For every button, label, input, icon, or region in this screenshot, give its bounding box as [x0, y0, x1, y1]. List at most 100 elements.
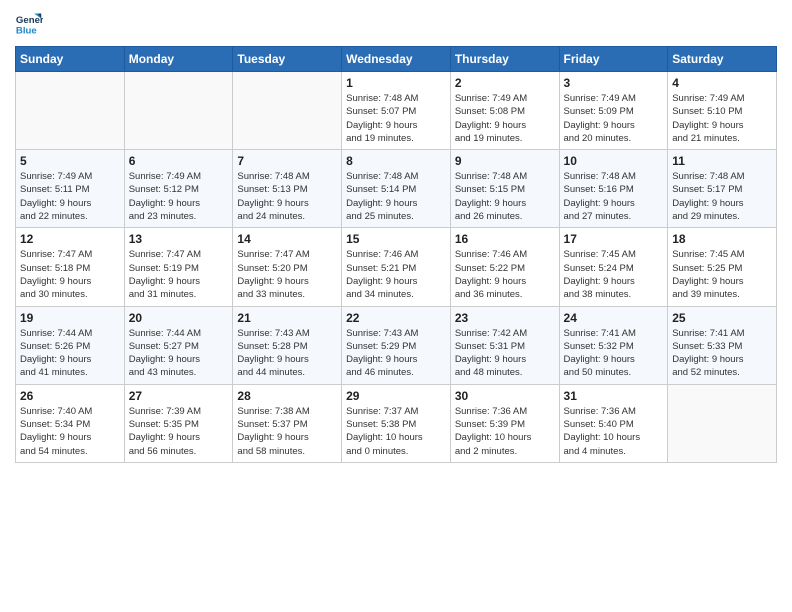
day-info: Sunrise: 7:45 AM Sunset: 5:25 PM Dayligh…: [672, 248, 772, 301]
day-info: Sunrise: 7:38 AM Sunset: 5:37 PM Dayligh…: [237, 405, 337, 458]
day-number: 10: [564, 154, 664, 168]
calendar-week-2: 5 Sunrise: 7:49 AM Sunset: 5:11 PM Daylig…: [16, 150, 777, 228]
calendar-cell: 7 Sunrise: 7:48 AM Sunset: 5:13 PM Daylig…: [233, 150, 342, 228]
page: General Blue SundayMondayTuesdayWednesda…: [0, 0, 792, 478]
day-number: 2: [455, 76, 555, 90]
weekday-header-thursday: Thursday: [450, 47, 559, 72]
calendar-week-4: 19Sunrise: 7:44 AM Sunset: 5:26 PM Dayli…: [16, 306, 777, 384]
day-number: 3: [564, 76, 664, 90]
calendar-cell: 22 Sunrise: 7:43 AM Sunset: 5:29 PM Dayli…: [342, 306, 451, 384]
weekday-header-saturday: Saturday: [668, 47, 777, 72]
header: General Blue: [15, 10, 777, 38]
calendar-cell: [233, 72, 342, 150]
day-number: 20: [129, 311, 229, 325]
calendar-cell: 18 Sunrise: 7:45 AM Sunset: 5:25 PM Dayli…: [668, 228, 777, 306]
day-info: Sunrise: 7:48 AM Sunset: 5:15 PM Dayligh…: [455, 170, 555, 223]
day-info: Sunrise: 7:44 AM Sunset: 5:26 PM Dayligh…: [20, 327, 120, 380]
day-number: 6: [129, 154, 229, 168]
day-info: Sunrise: 7:41 AM Sunset: 5:33 PM Dayligh…: [672, 327, 772, 380]
day-number: 8: [346, 154, 446, 168]
day-number: 23: [455, 311, 555, 325]
day-number: 27: [129, 389, 229, 403]
weekday-header-monday: Monday: [124, 47, 233, 72]
day-info: Sunrise: 7:49 AM Sunset: 5:09 PM Dayligh…: [564, 92, 664, 145]
logo-icon: General Blue: [15, 10, 43, 38]
day-number: 28: [237, 389, 337, 403]
calendar-cell: 27Sunrise: 7:39 AM Sunset: 5:35 PM Dayli…: [124, 384, 233, 462]
calendar-cell: 19Sunrise: 7:44 AM Sunset: 5:26 PM Dayli…: [16, 306, 125, 384]
day-info: Sunrise: 7:47 AM Sunset: 5:20 PM Dayligh…: [237, 248, 337, 301]
calendar-cell: 11Sunrise: 7:48 AM Sunset: 5:17 PM Dayli…: [668, 150, 777, 228]
day-number: 31: [564, 389, 664, 403]
day-info: Sunrise: 7:48 AM Sunset: 5:13 PM Dayligh…: [237, 170, 337, 223]
calendar-cell: 24Sunrise: 7:41 AM Sunset: 5:32 PM Dayli…: [559, 306, 668, 384]
calendar-cell: 29 Sunrise: 7:37 AM Sunset: 5:38 PM Dayli…: [342, 384, 451, 462]
calendar-cell: 16 Sunrise: 7:46 AM Sunset: 5:22 PM Dayli…: [450, 228, 559, 306]
day-info: Sunrise: 7:47 AM Sunset: 5:19 PM Dayligh…: [129, 248, 229, 301]
calendar-cell: 14 Sunrise: 7:47 AM Sunset: 5:20 PM Dayli…: [233, 228, 342, 306]
day-info: Sunrise: 7:40 AM Sunset: 5:34 PM Dayligh…: [20, 405, 120, 458]
calendar-cell: 28 Sunrise: 7:38 AM Sunset: 5:37 PM Dayli…: [233, 384, 342, 462]
day-info: Sunrise: 7:49 AM Sunset: 5:10 PM Dayligh…: [672, 92, 772, 145]
day-number: 26: [20, 389, 120, 403]
weekday-header-friday: Friday: [559, 47, 668, 72]
weekday-header-tuesday: Tuesday: [233, 47, 342, 72]
day-number: 11: [672, 154, 772, 168]
day-info: Sunrise: 7:43 AM Sunset: 5:28 PM Dayligh…: [237, 327, 337, 380]
weekday-header-sunday: Sunday: [16, 47, 125, 72]
calendar-cell: 15Sunrise: 7:46 AM Sunset: 5:21 PM Dayli…: [342, 228, 451, 306]
day-number: 7: [237, 154, 337, 168]
calendar-cell: 2 Sunrise: 7:49 AM Sunset: 5:08 PM Daylig…: [450, 72, 559, 150]
day-info: Sunrise: 7:43 AM Sunset: 5:29 PM Dayligh…: [346, 327, 446, 380]
day-info: Sunrise: 7:49 AM Sunset: 5:12 PM Dayligh…: [129, 170, 229, 223]
calendar-cell: [16, 72, 125, 150]
calendar-cell: [668, 384, 777, 462]
calendar-week-1: 1Sunrise: 7:48 AM Sunset: 5:07 PM Daylig…: [16, 72, 777, 150]
day-number: 17: [564, 232, 664, 246]
calendar-cell: 8 Sunrise: 7:48 AM Sunset: 5:14 PM Daylig…: [342, 150, 451, 228]
day-number: 13: [129, 232, 229, 246]
day-info: Sunrise: 7:49 AM Sunset: 5:08 PM Dayligh…: [455, 92, 555, 145]
day-number: 30: [455, 389, 555, 403]
day-number: 1: [346, 76, 446, 90]
day-number: 18: [672, 232, 772, 246]
calendar-cell: 21 Sunrise: 7:43 AM Sunset: 5:28 PM Dayli…: [233, 306, 342, 384]
day-number: 16: [455, 232, 555, 246]
day-number: 12: [20, 232, 120, 246]
day-number: 5: [20, 154, 120, 168]
calendar-week-5: 26 Sunrise: 7:40 AM Sunset: 5:34 PM Dayli…: [16, 384, 777, 462]
calendar-cell: 1Sunrise: 7:48 AM Sunset: 5:07 PM Daylig…: [342, 72, 451, 150]
day-number: 9: [455, 154, 555, 168]
logo: General Blue: [15, 10, 43, 38]
day-info: Sunrise: 7:36 AM Sunset: 5:40 PM Dayligh…: [564, 405, 664, 458]
calendar-table: SundayMondayTuesdayWednesdayThursdayFrid…: [15, 46, 777, 463]
calendar-cell: 4 Sunrise: 7:49 AM Sunset: 5:10 PM Daylig…: [668, 72, 777, 150]
day-number: 4: [672, 76, 772, 90]
day-info: Sunrise: 7:49 AM Sunset: 5:11 PM Dayligh…: [20, 170, 120, 223]
day-info: Sunrise: 7:48 AM Sunset: 5:14 PM Dayligh…: [346, 170, 446, 223]
day-number: 22: [346, 311, 446, 325]
weekday-header-wednesday: Wednesday: [342, 47, 451, 72]
day-info: Sunrise: 7:36 AM Sunset: 5:39 PM Dayligh…: [455, 405, 555, 458]
calendar-cell: 6 Sunrise: 7:49 AM Sunset: 5:12 PM Daylig…: [124, 150, 233, 228]
svg-text:Blue: Blue: [16, 26, 37, 37]
calendar-cell: 20 Sunrise: 7:44 AM Sunset: 5:27 PM Dayli…: [124, 306, 233, 384]
calendar-cell: 12Sunrise: 7:47 AM Sunset: 5:18 PM Dayli…: [16, 228, 125, 306]
calendar-cell: 10Sunrise: 7:48 AM Sunset: 5:16 PM Dayli…: [559, 150, 668, 228]
calendar-cell: 26 Sunrise: 7:40 AM Sunset: 5:34 PM Dayli…: [16, 384, 125, 462]
calendar-cell: 31 Sunrise: 7:36 AM Sunset: 5:40 PM Dayli…: [559, 384, 668, 462]
weekday-header-row: SundayMondayTuesdayWednesdayThursdayFrid…: [16, 47, 777, 72]
day-info: Sunrise: 7:41 AM Sunset: 5:32 PM Dayligh…: [564, 327, 664, 380]
day-info: Sunrise: 7:42 AM Sunset: 5:31 PM Dayligh…: [455, 327, 555, 380]
calendar-cell: 3 Sunrise: 7:49 AM Sunset: 5:09 PM Daylig…: [559, 72, 668, 150]
day-info: Sunrise: 7:37 AM Sunset: 5:38 PM Dayligh…: [346, 405, 446, 458]
calendar-week-3: 12Sunrise: 7:47 AM Sunset: 5:18 PM Dayli…: [16, 228, 777, 306]
day-info: Sunrise: 7:46 AM Sunset: 5:22 PM Dayligh…: [455, 248, 555, 301]
day-number: 14: [237, 232, 337, 246]
day-info: Sunrise: 7:44 AM Sunset: 5:27 PM Dayligh…: [129, 327, 229, 380]
day-number: 21: [237, 311, 337, 325]
day-info: Sunrise: 7:46 AM Sunset: 5:21 PM Dayligh…: [346, 248, 446, 301]
calendar-cell: 9 Sunrise: 7:48 AM Sunset: 5:15 PM Daylig…: [450, 150, 559, 228]
day-number: 29: [346, 389, 446, 403]
day-info: Sunrise: 7:45 AM Sunset: 5:24 PM Dayligh…: [564, 248, 664, 301]
